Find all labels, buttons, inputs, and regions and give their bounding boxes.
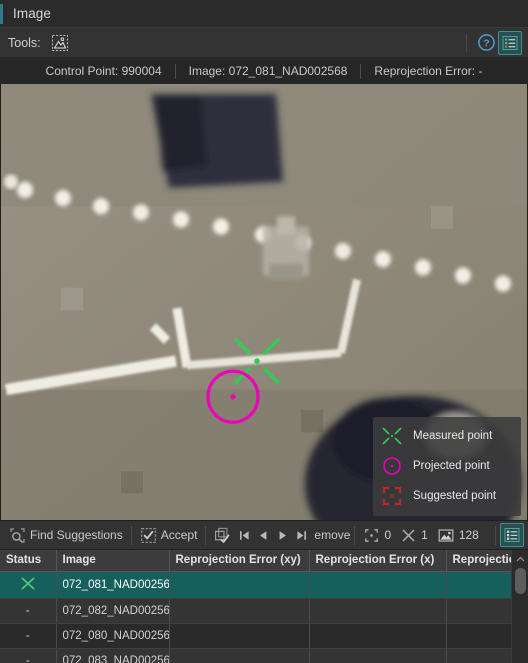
row-status-cell bbox=[0, 571, 57, 599]
measured-point-symbol bbox=[379, 424, 405, 448]
suggested-count: 0 bbox=[359, 528, 396, 543]
image-count: 128 bbox=[433, 528, 484, 543]
tools-label: Tools: bbox=[8, 35, 41, 50]
toolbar-divider bbox=[466, 33, 467, 52]
row-err-x-cell bbox=[309, 623, 447, 649]
title-accent-stripe bbox=[0, 4, 3, 24]
row-err-xy-cell bbox=[169, 648, 310, 663]
row-err-x-cell bbox=[309, 598, 447, 624]
bottom-divider-2 bbox=[205, 525, 207, 545]
legend-item-suggested: Suggested point bbox=[379, 483, 513, 509]
table-row[interactable]: - 072_080_NAD002569 bbox=[0, 623, 528, 649]
row-status-cell: - bbox=[0, 598, 57, 624]
remove-label[interactable]: emove bbox=[314, 528, 350, 542]
marker-legend: Measured point Projected point Suggested… bbox=[373, 417, 521, 516]
point-info-bar: Control Point: 990004 Image: 072_081_NAD… bbox=[0, 58, 528, 84]
column-header-reprojection-error-xy[interactable]: Reprojection Error (xy) bbox=[169, 550, 310, 572]
measured-count-icon bbox=[402, 528, 415, 542]
table-vertical-scrollbar[interactable] bbox=[511, 550, 528, 663]
row-status-cell: - bbox=[0, 623, 57, 649]
find-suggestions-button[interactable]: Find Suggestions bbox=[5, 523, 127, 547]
column-header-status[interactable]: Status bbox=[0, 550, 57, 572]
measured-count-value: 1 bbox=[421, 528, 428, 542]
legend-item-measured: Measured point bbox=[379, 423, 513, 449]
svg-text:?: ? bbox=[483, 38, 489, 50]
column-header-image[interactable]: Image bbox=[56, 550, 170, 572]
row-err-xy-cell bbox=[169, 571, 310, 599]
measurements-grid: Status Image Reprojection Error (xy) Rep… bbox=[0, 550, 528, 663]
row-image-cell: 072_080_NAD002569 bbox=[56, 623, 170, 649]
table-row[interactable]: 072_081_NAD002568 bbox=[0, 571, 528, 599]
accept-icon bbox=[140, 527, 156, 543]
nav-next-icon bbox=[280, 530, 287, 540]
find-suggestions-label: Find Suggestions bbox=[30, 528, 123, 542]
suggested-count-icon bbox=[365, 528, 379, 542]
bottom-divider-3 bbox=[354, 525, 356, 545]
legend-label-projected: Projected point bbox=[413, 460, 490, 472]
row-status-cell: - bbox=[0, 648, 57, 663]
table-row[interactable]: - 072_082_NAD002567 bbox=[0, 598, 528, 624]
image-viewport[interactable]: Measured point Projected point Suggested… bbox=[0, 84, 528, 520]
accept-all-button[interactable] bbox=[210, 523, 235, 547]
bottom-divider-4 bbox=[495, 525, 496, 545]
point-actions-toolbar: Find Suggestions Accept emove 0 1 128 bbox=[0, 520, 528, 550]
column-header-reprojection-error-x[interactable]: Reprojection Error (x) bbox=[309, 550, 447, 572]
nav-previous-icon bbox=[260, 530, 267, 540]
image-count-value: 128 bbox=[458, 528, 479, 542]
legend-label-measured: Measured point bbox=[413, 430, 493, 442]
legend-list-icon[interactable] bbox=[500, 523, 524, 547]
projected-point-symbol bbox=[379, 454, 405, 478]
control-point-info: Control Point: 990004 bbox=[45, 64, 162, 78]
measured-x-icon bbox=[21, 576, 35, 590]
nav-previous-button[interactable] bbox=[254, 524, 273, 546]
row-image-cell: 072_081_NAD002568 bbox=[56, 571, 170, 599]
find-suggestions-icon bbox=[10, 527, 25, 543]
measured-count: 1 bbox=[396, 528, 433, 543]
table-row[interactable]: - 072_083_NAD002566 bbox=[0, 648, 528, 663]
scrollbar-thumb[interactable] bbox=[514, 568, 526, 594]
row-err-xy-cell bbox=[169, 623, 310, 649]
row-err-x-cell bbox=[309, 571, 447, 599]
suggested-count-value: 0 bbox=[384, 528, 392, 542]
nav-first-button[interactable] bbox=[235, 524, 254, 546]
accept-all-icon bbox=[215, 527, 230, 543]
legend-item-projected: Projected point bbox=[379, 453, 513, 479]
tools-bar: Tools: ? bbox=[0, 28, 528, 58]
nav-next-button[interactable] bbox=[273, 524, 292, 546]
nav-first-icon bbox=[240, 530, 250, 540]
image-point-editor-window: Image Tools: ? Control Point: 990004 Ima… bbox=[0, 0, 528, 663]
table-header-row: Status Image Reprojection Error (xy) Rep… bbox=[0, 550, 528, 572]
row-image-cell: 072_083_NAD002566 bbox=[56, 648, 170, 663]
accept-button[interactable]: Accept bbox=[136, 523, 202, 547]
legend-list-icon[interactable] bbox=[498, 30, 522, 55]
bottom-divider-1 bbox=[130, 525, 132, 545]
page-title: Image bbox=[13, 6, 52, 21]
row-err-x-cell bbox=[309, 648, 447, 663]
image-measurements-table[interactable]: Status Image Reprojection Error (xy) Rep… bbox=[0, 550, 528, 663]
image-select-tool-icon[interactable] bbox=[48, 31, 72, 55]
help-question-icon[interactable]: ? bbox=[474, 31, 498, 55]
scroll-up-icon[interactable] bbox=[512, 552, 528, 566]
suggested-point-symbol bbox=[379, 484, 405, 508]
nav-last-icon bbox=[297, 530, 307, 540]
legend-label-suggested: Suggested point bbox=[413, 490, 497, 502]
row-image-cell: 072_082_NAD002567 bbox=[56, 598, 170, 624]
image-count-icon bbox=[438, 528, 454, 542]
nav-last-button[interactable] bbox=[292, 524, 311, 546]
accept-label: Accept bbox=[160, 528, 198, 542]
image-name-info: Image: 072_081_NAD002568 bbox=[188, 64, 348, 78]
row-err-xy-cell bbox=[169, 598, 310, 624]
window-title-bar: Image bbox=[0, 0, 528, 28]
reprojection-error-info: Reprojection Error: - bbox=[374, 64, 483, 78]
